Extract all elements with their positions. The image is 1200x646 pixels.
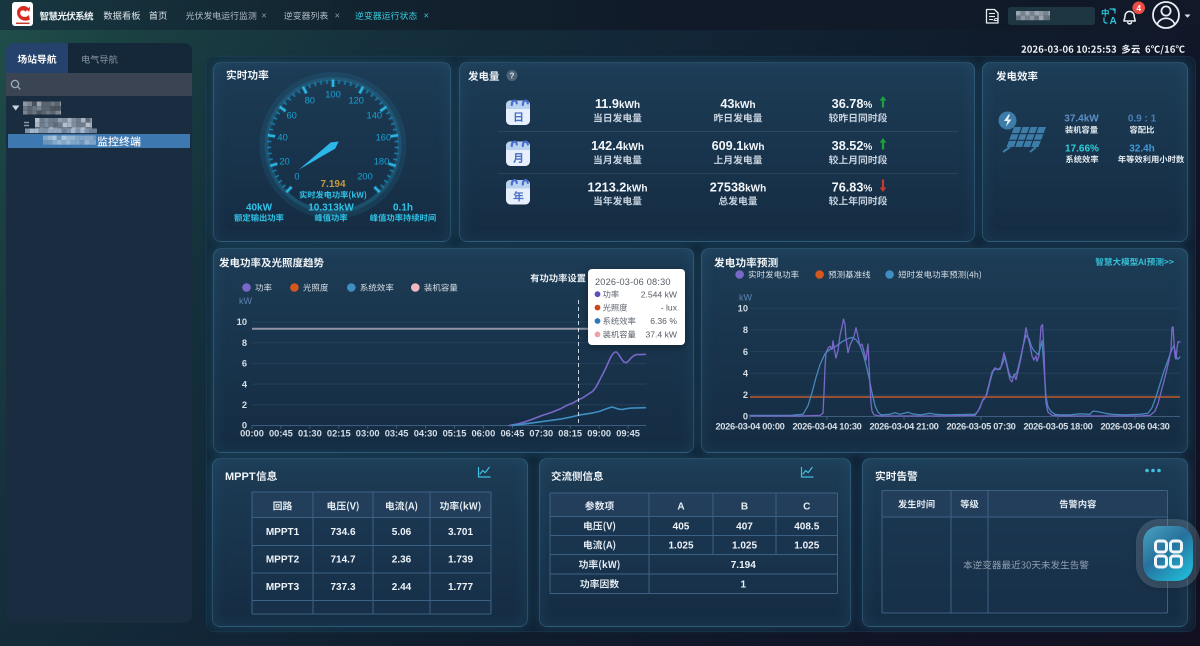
svg-text:737.3: 737.3: [330, 582, 355, 593]
svg-text:160: 160: [376, 133, 392, 143]
svg-text:MPPT1: MPPT1: [266, 527, 300, 538]
svg-text:00:45: 00:45: [269, 429, 293, 439]
svg-text:1: 1: [740, 580, 746, 591]
svg-text:×: ×: [335, 11, 340, 21]
svg-text:06:45: 06:45: [501, 429, 525, 439]
svg-text:09:00: 09:00: [587, 429, 611, 439]
svg-text:1.025: 1.025: [794, 541, 819, 552]
svg-text:120: 120: [348, 95, 364, 105]
svg-text:405: 405: [673, 522, 690, 533]
svg-text:408.5: 408.5: [794, 522, 819, 533]
svg-text:03:00: 03:00: [356, 429, 380, 439]
svg-text:MPPT: MPPT: [225, 471, 256, 483]
svg-text:142.4kWh: 142.4kWh: [591, 139, 644, 153]
svg-text:B: B: [741, 502, 748, 513]
svg-text:37.4kW: 37.4kW: [1064, 114, 1099, 125]
svg-text:2.36: 2.36: [392, 555, 412, 566]
svg-text:60: 60: [287, 111, 297, 121]
svg-text:10: 10: [738, 304, 748, 314]
svg-text:407: 407: [736, 522, 753, 533]
svg-text:2026-03-06 08:30: 2026-03-06 08:30: [595, 277, 671, 287]
svg-text:×: ×: [424, 11, 429, 21]
svg-text:2.544 kW: 2.544 kW: [641, 289, 678, 299]
svg-text:1.739: 1.739: [448, 555, 473, 566]
svg-text:10.313kW: 10.313kW: [308, 203, 354, 214]
svg-text:0: 0: [294, 172, 299, 182]
svg-text:6: 6: [743, 347, 748, 357]
svg-text:2: 2: [743, 390, 748, 400]
svg-text:0: 0: [242, 421, 247, 431]
svg-text:2026-03-04 00:00: 2026-03-04 00:00: [715, 422, 784, 432]
svg-text:2026-03-05 07:30: 2026-03-05 07:30: [946, 422, 1015, 432]
svg-text:MPPT3: MPPT3: [266, 582, 300, 593]
svg-text:2026-03-06 04:30: 2026-03-06 04:30: [1100, 422, 1169, 432]
svg-text:37.4 kW: 37.4 kW: [645, 330, 677, 340]
svg-text:11.9kWh: 11.9kWh: [595, 97, 640, 111]
svg-text:7.194: 7.194: [320, 179, 345, 190]
svg-text:0.1h: 0.1h: [393, 203, 413, 214]
svg-text:100: 100: [325, 90, 341, 100]
svg-text:36.78%: 36.78%: [832, 97, 873, 111]
svg-text:2.44: 2.44: [392, 582, 412, 593]
svg-text:4: 4: [242, 379, 248, 389]
svg-text:- lux: - lux: [661, 303, 678, 313]
svg-text:43kWh: 43kWh: [720, 97, 755, 111]
svg-text:200: 200: [357, 172, 373, 182]
svg-text:09:45: 09:45: [616, 429, 640, 439]
svg-text:07:30: 07:30: [529, 429, 553, 439]
svg-text:A: A: [1110, 16, 1117, 27]
svg-text:C: C: [803, 502, 810, 513]
svg-text:01:30: 01:30: [298, 429, 322, 439]
svg-text:2026-03-05 18:00: 2026-03-05 18:00: [1023, 422, 1092, 432]
svg-text:MPPT2: MPPT2: [266, 555, 300, 566]
svg-text:714.7: 714.7: [330, 555, 355, 566]
svg-text:80: 80: [305, 95, 315, 105]
svg-text:40: 40: [277, 133, 287, 143]
svg-text:6.36 %: 6.36 %: [650, 316, 677, 326]
svg-text:609.1kWh: 609.1kWh: [712, 139, 765, 153]
svg-text:1.025: 1.025: [732, 541, 757, 552]
svg-text:180: 180: [374, 157, 390, 167]
svg-text:×: ×: [261, 11, 266, 21]
svg-text:2026-03-04 10:30: 2026-03-04 10:30: [792, 422, 861, 432]
svg-text:8: 8: [743, 325, 748, 335]
svg-text:1213.2kWh: 1213.2kWh: [588, 181, 648, 195]
svg-text:0: 0: [743, 412, 748, 422]
svg-text:17.66%: 17.66%: [1065, 144, 1099, 155]
svg-text:7.194: 7.194: [731, 560, 756, 571]
svg-text:2026-03-04 21:00: 2026-03-04 21:00: [869, 422, 938, 432]
svg-text:6: 6: [242, 359, 247, 369]
svg-text:40kW: 40kW: [246, 203, 273, 214]
svg-text:140: 140: [367, 111, 383, 121]
svg-text:02:15: 02:15: [327, 429, 351, 439]
svg-text:06:00: 06:00: [472, 429, 496, 439]
svg-text:27538kWh: 27538kWh: [710, 181, 766, 195]
svg-text:4: 4: [743, 368, 749, 378]
svg-text:1.777: 1.777: [448, 582, 473, 593]
svg-text:76.83%: 76.83%: [832, 181, 873, 195]
svg-text:0.9 : 1: 0.9 : 1: [1128, 114, 1157, 125]
svg-text:kW: kW: [739, 293, 753, 303]
svg-text:32.4h: 32.4h: [1129, 144, 1155, 155]
svg-text:?: ?: [510, 72, 515, 81]
svg-text:05:15: 05:15: [443, 429, 467, 439]
svg-text:734.6: 734.6: [330, 527, 355, 538]
svg-text:03:45: 03:45: [385, 429, 409, 439]
svg-text:08:15: 08:15: [558, 429, 582, 439]
svg-text:04:30: 04:30: [414, 429, 438, 439]
svg-text:3.701: 3.701: [448, 527, 473, 538]
svg-text:2: 2: [242, 400, 247, 410]
svg-text:1.025: 1.025: [668, 541, 693, 552]
svg-text:38.52%: 38.52%: [832, 139, 873, 153]
svg-text:20: 20: [279, 157, 289, 167]
svg-text:10: 10: [237, 317, 247, 327]
svg-text:8: 8: [242, 338, 247, 348]
svg-text:kW: kW: [239, 296, 253, 306]
svg-text:A: A: [677, 502, 684, 513]
svg-text:5.06: 5.06: [392, 527, 412, 538]
svg-text:4: 4: [1136, 3, 1141, 13]
